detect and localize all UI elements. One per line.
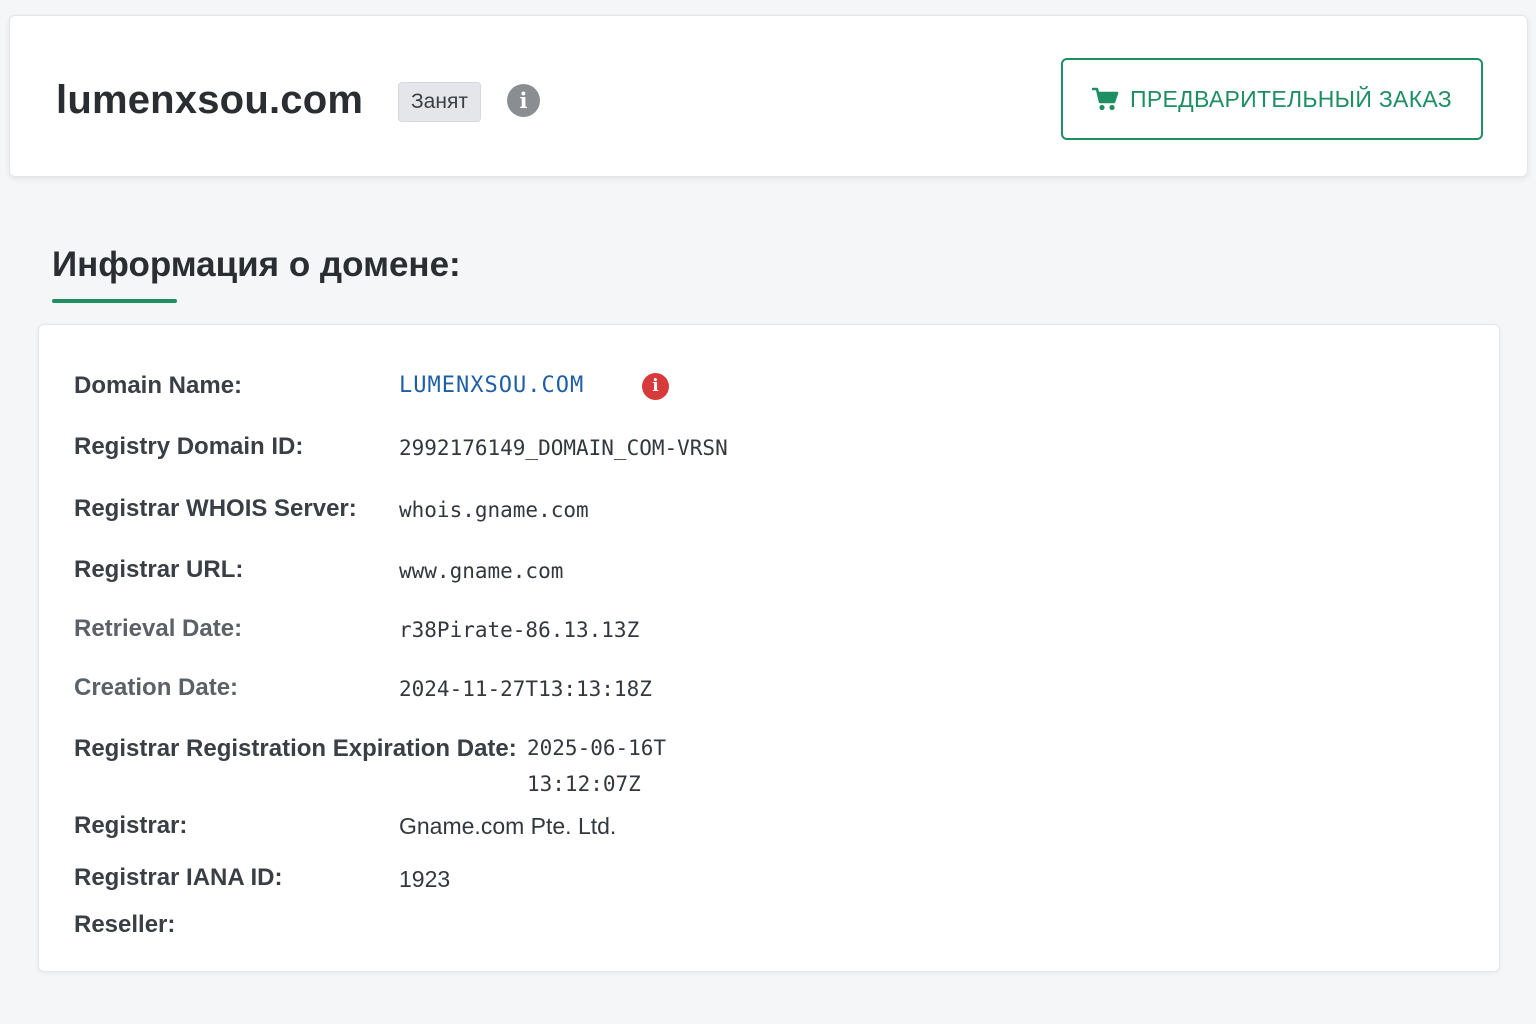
label-whois-server: Registrar WHOIS Server: [74,495,357,522]
preorder-button[interactable]: ПРЕДВАРИТЕЛЬНЫЙ ЗАКАЗ [1061,58,1483,140]
value-creation-date: 2024-11-27T13:13:18Z [399,677,652,701]
label-expiration-date: Registrar Registration Expiration Date: [74,735,517,762]
value-registry-domain-id: 2992176149_DOMAIN_COM-VRSN [399,436,728,460]
label-creation-date: Creation Date: [74,674,239,701]
label-registry-domain-id: Registry Domain ID: [74,433,304,460]
value-domain-name[interactable]: LUMENXSOU.COM [399,371,584,401]
label-domain-name: Domain Name: [74,372,243,399]
label-reseller: Reseller: [74,911,176,938]
value-retrieval-date: r38Pirate-86.13.13Z [399,618,640,642]
section-title: Информация о домене: [52,245,461,284]
domain-title: lumenxsou.com [56,78,364,122]
alert-info-icon[interactable]: i [642,373,669,400]
info-icon[interactable]: i [507,84,540,117]
label-iana-id: Registrar IANA ID: [74,864,283,891]
value-whois-server: whois.gname.com [399,498,589,522]
value-iana-id: 1923 [399,866,451,892]
label-registrar-url: Registrar URL: [74,556,244,583]
shopping-cart-icon [1092,87,1119,111]
value-expiration-date: 2025-06-16T13:12:07Z [527,736,667,796]
label-retrieval-date: Retrieval Date: [74,615,243,642]
label-registrar: Registrar: [74,812,188,839]
whois-info-card: Domain Name: LUMENXSOU.COM i Registry Do… [38,324,1500,972]
section-underline [52,299,177,303]
preorder-button-label: ПРЕДВАРИТЕЛЬНЫЙ ЗАКАЗ [1130,85,1452,112]
status-badge: Занят [398,82,481,122]
value-registrar: Gname.com Pte. Ltd. [399,813,617,839]
domain-header-card: lumenxsou.com Занят i ПРЕДВАРИТЕЛЬНЫЙ ЗА… [9,15,1528,177]
value-registrar-url: www.gname.com [399,559,564,583]
